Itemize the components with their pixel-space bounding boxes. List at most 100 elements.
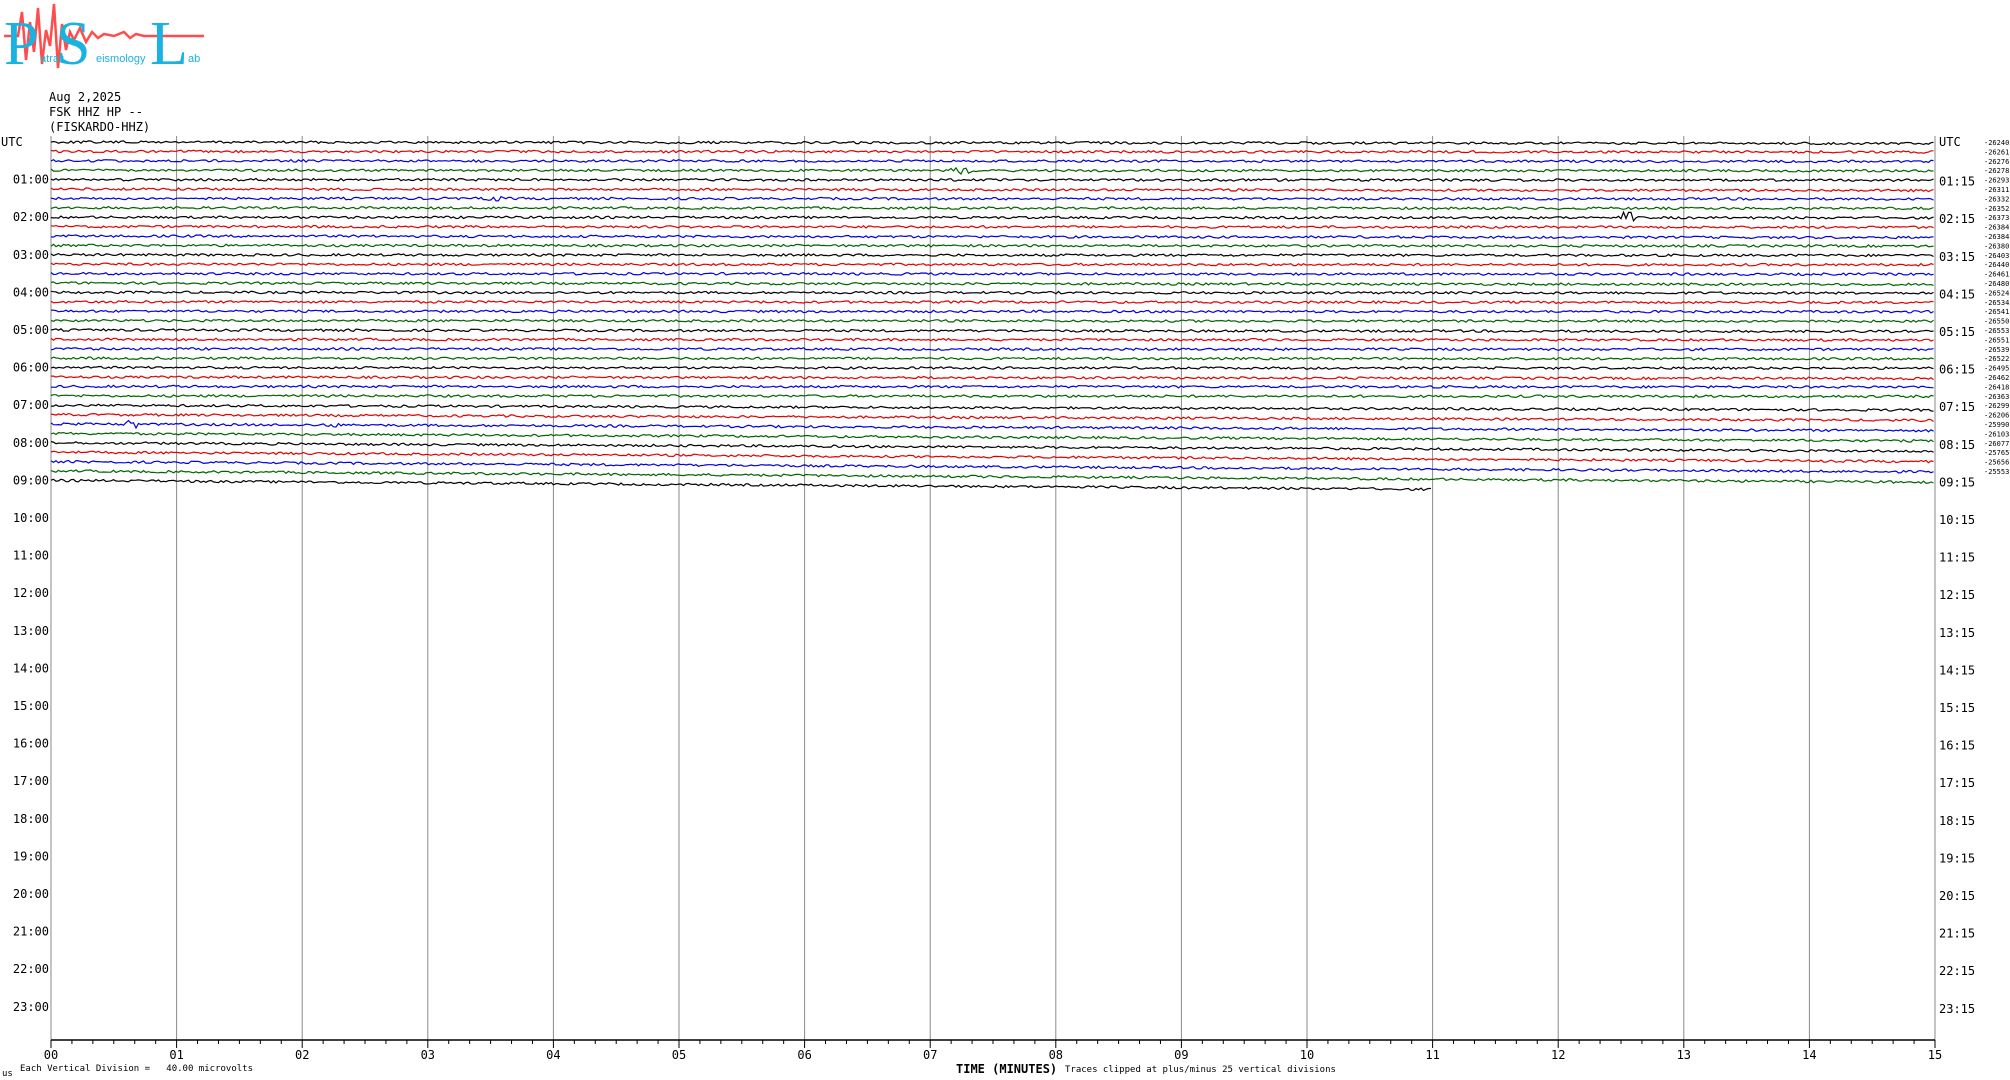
trace-offset-label: -26553 [1984, 327, 2009, 335]
trace-offset-label: -26480 [1984, 280, 2009, 288]
seismic-trace-line [50, 478, 1431, 492]
x-tick-label: 08 [1049, 1048, 1063, 1062]
x-tick-label: 11 [1425, 1048, 1439, 1062]
hour-label-left: 05:00 [13, 323, 49, 337]
hour-label-right: 07:15 [1939, 400, 1975, 414]
trace-offset-label: -25765 [1984, 449, 2009, 457]
hour-label-left: 06:00 [13, 361, 49, 375]
seismic-trace-line [50, 243, 1934, 248]
hour-label-right: 01:15 [1939, 175, 1975, 189]
seismic-trace-line [50, 356, 1934, 361]
x-tick-label: 09 [1174, 1048, 1188, 1062]
lab-logo: P S L atras eismology ab [4, 2, 204, 78]
trace-offset-label: -26461 [1984, 271, 2009, 279]
logo-word-seismology: eismology [96, 53, 146, 65]
seismic-trace-line [50, 224, 1934, 230]
hour-label-right: 08:15 [1939, 438, 1975, 452]
seismic-trace-line [50, 187, 1934, 193]
trace-offset-label: -26495 [1984, 365, 2009, 373]
seismic-trace-line [50, 419, 1934, 433]
trace-offset-label: -26384 [1984, 233, 2009, 241]
hour-label-left: 03:00 [13, 248, 49, 262]
hour-label-left: 01:00 [13, 173, 49, 187]
seismic-trace-line [50, 412, 1934, 423]
clip-note: Traces clipped at plus/minus 25 vertical… [1065, 1065, 1336, 1075]
hour-label-right: 21:15 [1939, 927, 1975, 941]
trace-offset-label: -26403 [1984, 252, 2009, 260]
hour-label-right: 12:15 [1939, 588, 1975, 602]
x-tick-label: 13 [1677, 1048, 1691, 1062]
trace-offset-label: -26103 [1984, 430, 2009, 438]
seismic-trace-line [50, 393, 1934, 399]
trace-offset-label: -26539 [1984, 346, 2009, 354]
hour-label-left: 20:00 [13, 887, 49, 901]
seismic-trace-line [50, 328, 1934, 334]
seismic-trace-line [50, 177, 1934, 183]
hour-label-left: 02:00 [13, 210, 49, 224]
hour-label-right: 09:15 [1939, 475, 1975, 489]
trace-offset-label: -26384 [1984, 224, 2009, 232]
trace-offset-label: -26550 [1984, 318, 2009, 326]
hour-label-right: 15:15 [1939, 701, 1975, 715]
hour-label-right: UTC [1939, 135, 1961, 149]
trace-offset-label: -26206 [1984, 412, 2009, 420]
seismic-trace-line [51, 375, 1934, 381]
trace-offset-label: -26551 [1984, 336, 2009, 344]
x-tick-label: 00 [44, 1048, 58, 1062]
seismic-trace-line [50, 337, 1934, 342]
trace-offset-label: -26541 [1984, 308, 2009, 316]
x-tick-label: 02 [295, 1048, 309, 1062]
hour-label-left: 17:00 [13, 774, 49, 788]
seismic-trace-line [50, 158, 1934, 164]
vertical-division-note: Each Vertical Division = 40.00 microvolt… [20, 1064, 253, 1074]
trace-offset-label: -26278 [1984, 167, 2009, 175]
trace-offset-label: -26077 [1984, 440, 2009, 448]
x-tick-label: 15 [1928, 1048, 1942, 1062]
seismic-trace-line [50, 441, 1934, 453]
logo-letter-l: L [150, 10, 188, 70]
footer-mark: us [2, 1069, 13, 1079]
logo-word-lab: ab [188, 53, 200, 65]
seismic-traces [50, 140, 1934, 492]
station-code: FSK HHZ HP -- [49, 105, 143, 119]
trace-offset-label: -26524 [1984, 289, 2009, 297]
hour-label-left: 08:00 [13, 436, 49, 450]
trace-offset-label: -26311 [1984, 186, 2009, 194]
x-tick-label: 04 [546, 1048, 560, 1062]
trace-offset-label: -26363 [1984, 393, 2009, 401]
trace-offset-label: -26261 [1984, 148, 2009, 156]
seismic-trace-line [50, 450, 1934, 464]
seismic-trace-line [51, 403, 1934, 412]
plot-date: Aug 2,2025 [49, 90, 122, 104]
hour-label-left: 12:00 [13, 586, 49, 600]
seismic-trace-line [50, 210, 1934, 223]
hour-label-right: 18:15 [1939, 814, 1975, 828]
hour-label-right: 20:15 [1939, 889, 1975, 903]
seismic-trace-line [50, 166, 1934, 175]
trace-offset-label: -26534 [1984, 299, 2009, 307]
seismic-trace-line [50, 299, 1934, 305]
trace-offset-label: -26352 [1984, 205, 2009, 213]
x-tick-label: 06 [797, 1048, 811, 1062]
trace-offset-label: -26418 [1984, 383, 2009, 391]
seismic-trace-line [50, 281, 1934, 287]
seismic-trace-line [50, 346, 1934, 352]
seismic-trace-line [50, 271, 1934, 277]
hour-label-left: 22:00 [13, 962, 49, 976]
x-tick-label: 01 [169, 1048, 183, 1062]
hour-label-right: 04:15 [1939, 287, 1975, 301]
trace-offset-label: -25990 [1984, 421, 2009, 429]
hour-label-right: 10:15 [1939, 513, 1975, 527]
trace-offset-label: -26522 [1984, 355, 2009, 363]
seismic-trace-line [50, 195, 1934, 202]
logo-letter-p: P [4, 10, 38, 70]
hour-label-right: 16:15 [1939, 739, 1975, 753]
trace-offset-label: -26240 [1984, 139, 2009, 147]
x-tick-label: 10 [1300, 1048, 1314, 1062]
hour-label-left: 15:00 [13, 699, 49, 713]
hour-label-left: 16:00 [13, 737, 49, 751]
seismic-trace-line [50, 384, 1934, 389]
hour-label-right: 14:15 [1939, 663, 1975, 677]
hour-label-right: 06:15 [1939, 363, 1975, 377]
x-tick-label: 14 [1802, 1048, 1816, 1062]
